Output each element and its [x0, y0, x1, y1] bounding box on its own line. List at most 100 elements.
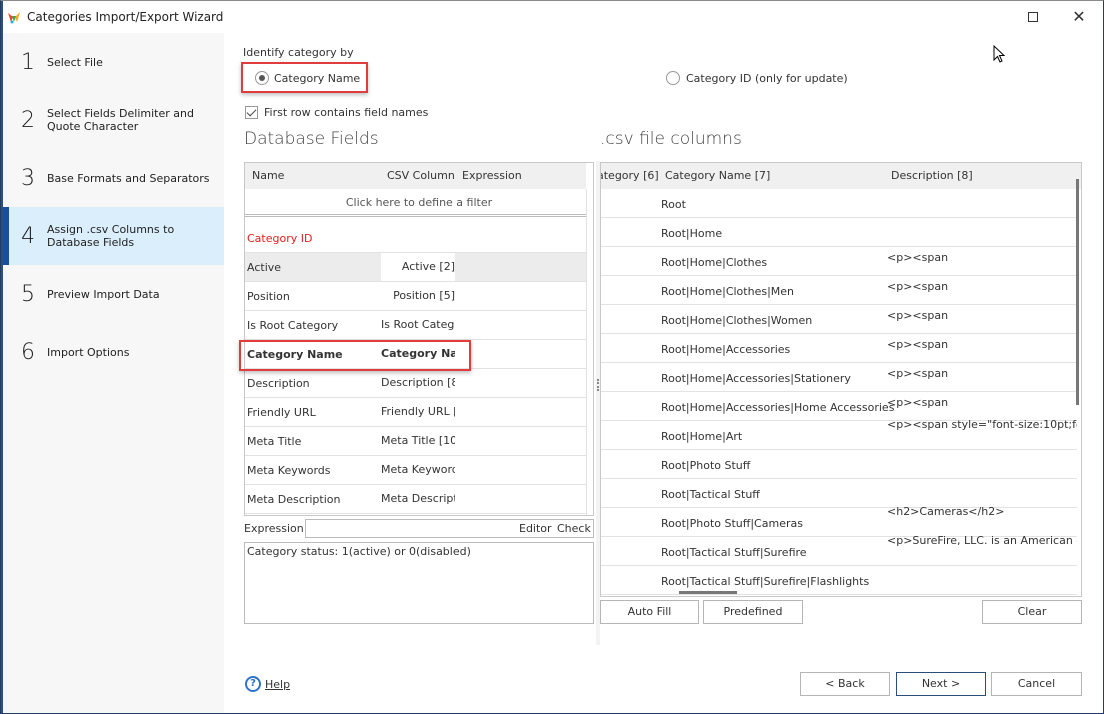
step-delimiter[interactable]: 2 Select Fields Delimiter and Quote Char…	[3, 91, 224, 149]
step-number: 4	[21, 223, 35, 249]
database-fields-grid: Name CSV Column Expression Click here to…	[244, 162, 594, 516]
csv-column-cell[interactable]: Friendly URL [9]	[381, 398, 455, 426]
step-label: Base Formats and Separators	[47, 171, 210, 185]
vertical-scrollbar[interactable]	[586, 189, 593, 515]
field-name: Meta Title	[247, 435, 302, 448]
back-button[interactable]: < Back	[800, 672, 890, 696]
csv-column-cell[interactable]: Is Root Catego	[381, 311, 455, 339]
column-header-name[interactable]: Name	[252, 169, 284, 182]
horizontal-scrollbar[interactable]	[679, 591, 737, 594]
column-header-category[interactable]: ategory [6]	[601, 169, 659, 182]
database-field-row[interactable]: Friendly URL Friendly URL [9]	[245, 398, 586, 427]
clear-button[interactable]: Clear	[982, 600, 1082, 624]
database-fields-title: Database Fields	[244, 129, 379, 149]
auto-fill-button[interactable]: Auto Fill	[600, 600, 699, 624]
step-assign-columns[interactable]: 4 Assign .csv Columns to Database Fields	[3, 207, 224, 265]
maximize-icon	[1028, 12, 1038, 22]
csv-row[interactable]: Root|Home|Accessories <p><span	[601, 334, 1077, 363]
checkbox[interactable]	[245, 106, 258, 119]
csv-columns-grid: ategory [6] Category Name [7] Descriptio…	[600, 162, 1082, 597]
csv-column-cell[interactable]: Description [8]	[381, 369, 455, 397]
csv-column-cell[interactable]	[381, 224, 455, 252]
help-icon: ?	[245, 676, 261, 692]
csv-column-cell[interactable]: Meta Description	[381, 485, 455, 513]
csv-row[interactable]: Root	[601, 189, 1077, 218]
radio-button[interactable]	[666, 71, 680, 85]
csv-row[interactable]: Root|Tactical Stuff|Surefire <p>SureFire,…	[601, 534, 1077, 566]
step-base-formats[interactable]: 3 Base Formats and Separators	[3, 149, 224, 207]
close-button[interactable]: ✕	[1059, 5, 1099, 29]
csv-column-cell[interactable]: Meta Title [10]	[381, 427, 455, 455]
cancel-button[interactable]: Cancel	[991, 672, 1082, 696]
csv-row[interactable]: Root|Home	[601, 218, 1077, 247]
splitter-grip-icon[interactable]	[597, 379, 599, 391]
next-button[interactable]: Next >	[896, 672, 986, 696]
field-name: Description	[247, 377, 310, 390]
csv-columns-title: .csv file columns	[600, 129, 742, 149]
description-cell: <p><span	[887, 309, 949, 322]
csv-row[interactable]: Root|Home|Clothes <p><span	[601, 247, 1077, 276]
vertical-scrollbar[interactable]	[1076, 179, 1079, 405]
csv-row[interactable]: Root|Tactical Stuff|Surefire|Flashlights	[601, 566, 1077, 595]
step-label: Select Fields Delimiter and Quote Charac…	[47, 107, 194, 133]
radio-button[interactable]	[255, 71, 269, 85]
csv-row[interactable]: Root|Photo Stuff|Cameras <h2>Cameras</h2>	[601, 505, 1077, 537]
csv-row[interactable]: Root|Home|Accessories|Stationery <p><span	[601, 363, 1077, 392]
description-cell: <p><span	[887, 367, 949, 380]
step-number: 6	[21, 339, 35, 365]
csv-column-cell[interactable]: Position [5]	[381, 282, 455, 310]
database-field-row[interactable]: Category Name Category Name	[245, 340, 586, 369]
database-field-row[interactable]: Is Root Category Is Root Catego	[245, 311, 586, 340]
csv-column-cell[interactable]: Category Name	[381, 340, 455, 368]
check-button[interactable]: Check	[557, 522, 591, 535]
help-link[interactable]: ? Help	[245, 676, 290, 692]
step-number: 2	[21, 107, 35, 133]
field-name: Category Name	[247, 348, 343, 361]
close-icon: ✕	[1072, 7, 1086, 26]
window-title: Categories Import/Export Wizard	[27, 10, 224, 24]
step-number: 3	[21, 165, 35, 191]
database-field-row[interactable]: Active Active [2]	[245, 253, 586, 282]
description-cell: <p><span	[887, 251, 949, 264]
field-name: Position	[247, 290, 290, 303]
category-name-cell: Root|Home|Accessories|Home Accessories	[661, 401, 895, 414]
category-name-cell: Root|Tactical Stuff|Surefire|Flashlights	[661, 575, 870, 588]
field-description: Category status: 1(active) or 0(disabled…	[244, 542, 594, 624]
step-label: Assign .csv Columns to Database Fields	[47, 223, 175, 249]
csv-row[interactable]: Root|Home|Clothes|Women <p><span	[601, 305, 1077, 334]
csv-row[interactable]: Root|Home|Clothes|Men <p><span	[601, 276, 1077, 305]
csv-column-cell[interactable]: Active [2]	[381, 253, 455, 281]
mouse-cursor-icon	[993, 45, 1006, 63]
wizard-window: Categories Import/Export Wizard ✕ 1 Sele…	[0, 0, 1104, 714]
category-name-cell: Root|Home|Clothes|Women	[661, 314, 813, 327]
category-name-cell: Root|Tactical Stuff|Surefire	[661, 546, 807, 559]
predefined-button[interactable]: Predefined	[703, 600, 803, 624]
field-name: Friendly URL	[247, 406, 316, 419]
description-cell: <p><span	[887, 280, 949, 293]
csv-row[interactable]: Root|Home|Art <p><span style="font-size:1…	[601, 418, 1077, 450]
grid-header: ategory [6] Category Name [7] Descriptio…	[601, 163, 1081, 189]
database-field-row[interactable]: Meta Keywords Meta Keywords	[245, 456, 586, 485]
step-preview[interactable]: 5 Preview Import Data	[3, 265, 224, 323]
database-field-row[interactable]: Category ID	[245, 224, 586, 253]
column-header-expression[interactable]: Expression	[462, 169, 522, 182]
database-field-row[interactable]: Position Position [5]	[245, 282, 586, 311]
csv-row[interactable]: Root|Tactical Stuff	[601, 479, 1077, 508]
csv-column-cell[interactable]: Meta Keywords	[381, 456, 455, 484]
database-field-row[interactable]: Meta Title Meta Title [10]	[245, 427, 586, 456]
column-header-description[interactable]: Description [8]	[891, 169, 973, 182]
csv-row[interactable]: Root|Home|Accessories|Home Accessories <p…	[601, 392, 1077, 421]
editor-button[interactable]: Editor	[519, 522, 552, 535]
database-field-row[interactable]: Description Description [8]	[245, 369, 586, 398]
step-select-file[interactable]: 1 Select File	[3, 33, 224, 91]
wizard-steps-sidebar: 1 Select File 2 Select Fields Delimiter …	[3, 33, 224, 713]
csv-row[interactable]: Root|Photo Stuff	[601, 450, 1077, 479]
column-header-category-name[interactable]: Category Name [7]	[665, 169, 770, 182]
field-name: Category ID	[247, 232, 313, 245]
maximize-button[interactable]	[1013, 5, 1053, 29]
column-header-csv-column[interactable]: CSV Column	[387, 169, 455, 182]
database-field-row[interactable]: Meta Description Meta Description	[245, 485, 586, 514]
description-cell: <p><span style="font-size:10pt;font-	[887, 418, 1077, 431]
step-import-options[interactable]: 6 Import Options	[3, 323, 224, 381]
filter-row[interactable]: Click here to define a filter	[245, 189, 593, 217]
